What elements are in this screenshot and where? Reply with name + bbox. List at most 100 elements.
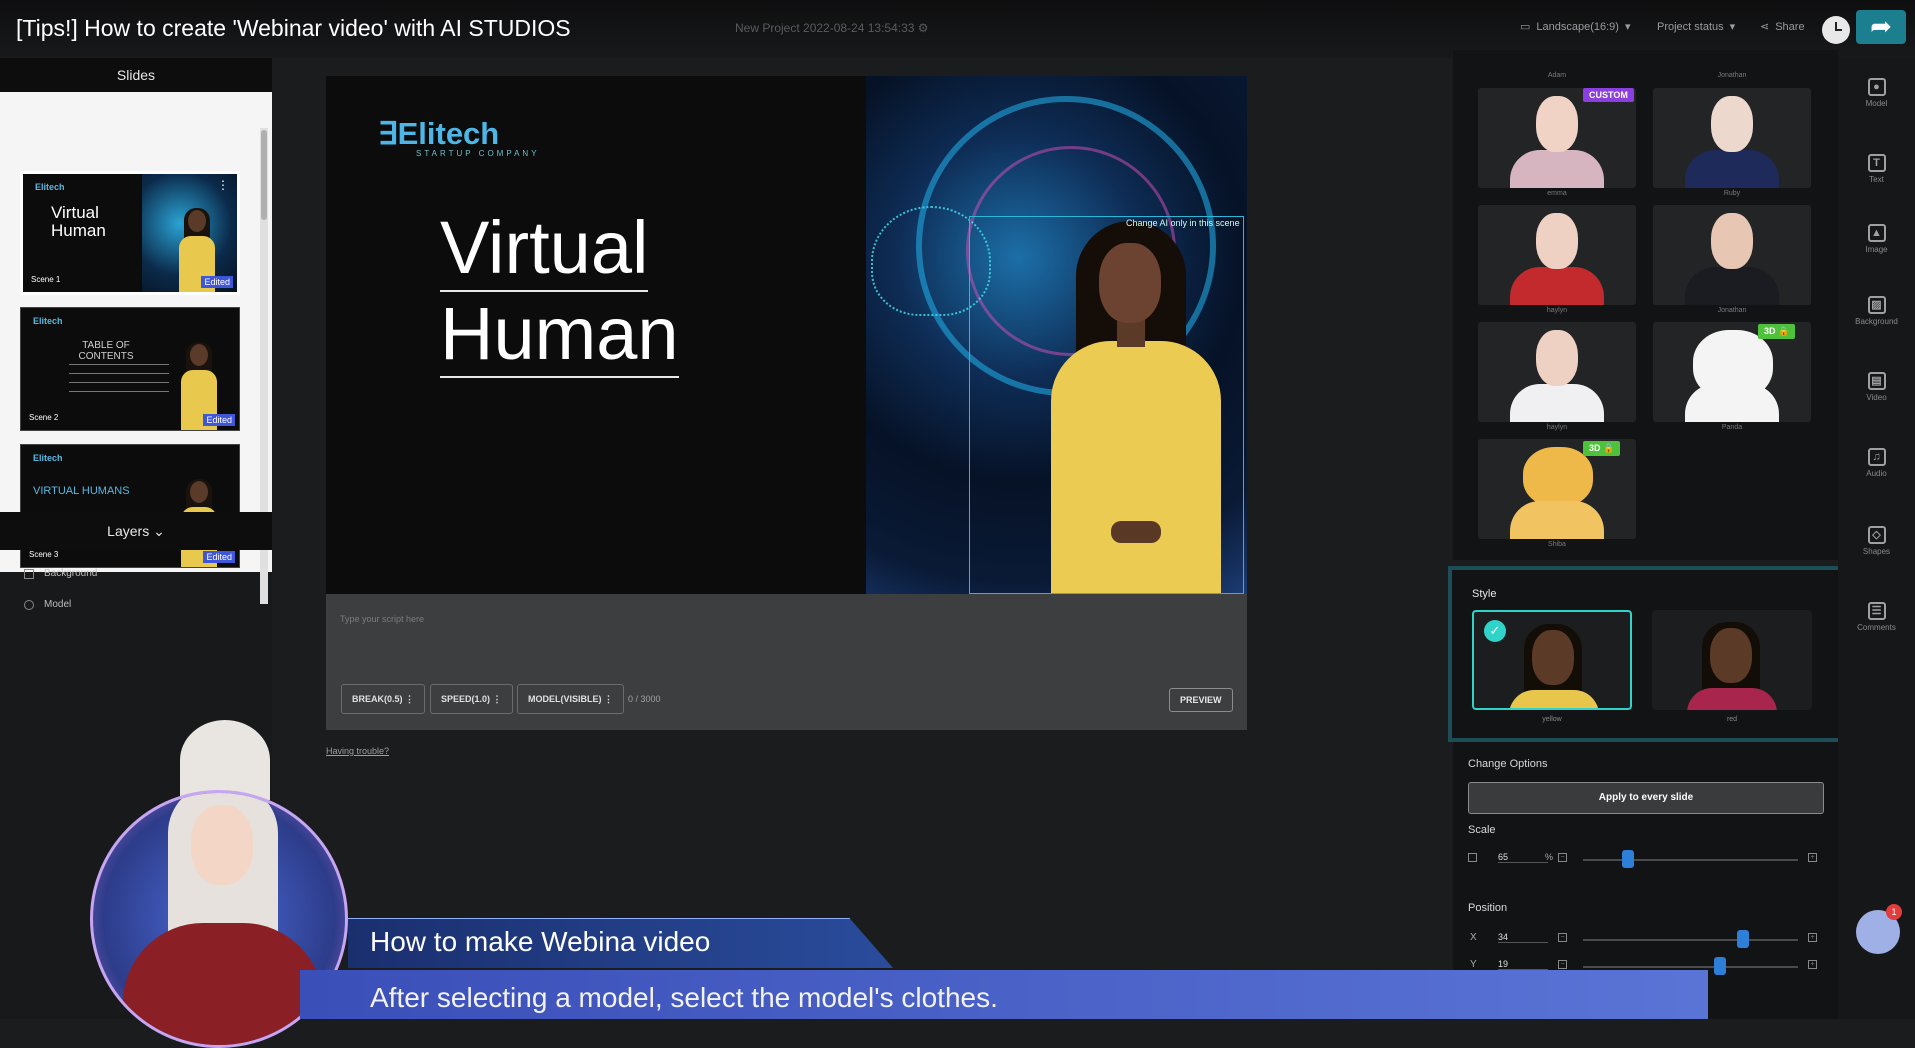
rail-model[interactable]: ● Model (1838, 78, 1915, 108)
layer-model[interactable]: Model (24, 599, 71, 610)
rail-comments[interactable]: ☰ Comments (1838, 602, 1915, 632)
break-button[interactable]: BREAK(0.5) ⋮ (341, 684, 426, 714)
share-button[interactable]: ⋖ Share (1760, 20, 1805, 34)
chevron-down-icon: ▾ (1729, 21, 1736, 33)
position-x-input[interactable]: 34 (1498, 932, 1548, 943)
layers-label: Layers (107, 523, 150, 539)
project-name[interactable]: New Project 2022-08-24 13:54:33 ⚙ (735, 21, 929, 35)
rail-label: Video (1866, 393, 1887, 402)
overlay-avatar-hair (180, 720, 270, 800)
project-status-select[interactable]: Project status ▾ (1657, 20, 1736, 34)
model-card-ruby[interactable] (1653, 88, 1811, 188)
plus-icon[interactable]: + (1808, 853, 1817, 862)
rail-text[interactable]: T Text (1838, 154, 1915, 184)
model-card-emma[interactable] (1478, 88, 1636, 188)
position-x-slider[interactable] (1583, 939, 1798, 941)
y-label: Y (1470, 959, 1477, 970)
slide-canvas[interactable]: ∃Elitech STARTUP COMPANY Virtual Human C… (326, 76, 1247, 594)
style-heading: Style (1472, 588, 1497, 600)
title-line-2: Human (440, 292, 679, 378)
more-icon: ⋮ (492, 694, 502, 704)
audio-icon: ♫ (1867, 448, 1886, 466)
rail-label: Text (1869, 175, 1884, 184)
slide-thumbnail-2[interactable]: Elitech TABLE OF CONTENTS Scene 2 Edited (20, 307, 240, 431)
scrollbar-thumb[interactable] (261, 130, 267, 220)
model-card-jonathan[interactable] (1653, 205, 1811, 305)
model-name: haylyn (1546, 307, 1568, 314)
model-name: emma (1547, 190, 1567, 197)
model-visible-button[interactable]: MODEL(VISIBLE) ⋮ (517, 684, 625, 714)
help-link[interactable]: Having trouble? (326, 746, 389, 756)
logo-subtitle: STARTUP COMPANY (416, 149, 540, 158)
model-panel: Adam Jonathan CUSTOM emma Ruby haylyn Jo… (1453, 50, 1838, 560)
selection-hint: Change AI only in this scene (1126, 218, 1240, 228)
project-status-label: Project status (1657, 20, 1724, 33)
layers-heading[interactable]: Layers ⌄ (0, 512, 272, 550)
rail-audio[interactable]: ♫ Audio (1838, 448, 1915, 478)
style-option-red[interactable] (1652, 610, 1812, 710)
layer-label: Model (44, 599, 72, 610)
chevron-down-icon: ▾ (1624, 21, 1631, 33)
rail-image[interactable]: ▲ Image (1838, 224, 1915, 254)
layer-label: Background (44, 568, 98, 579)
rail-background[interactable]: ▨ Background (1838, 296, 1915, 326)
rail-label: Comments (1857, 623, 1896, 632)
more-options-icon[interactable]: ⋮ (217, 178, 229, 192)
rail-video[interactable]: ▤ Video (1838, 372, 1915, 402)
image-icon (24, 568, 34, 579)
model-card-haylyn-2[interactable] (1478, 322, 1636, 422)
background-icon: ▨ (1867, 296, 1886, 314)
rail-label: Shapes (1862, 547, 1891, 556)
percent-label: % (1545, 852, 1554, 862)
scale-slider-knob[interactable] (1622, 850, 1634, 868)
character-count: 0 / 3000 (628, 694, 661, 704)
scale-label: Scale (1468, 824, 1496, 836)
position-y-slider[interactable] (1583, 966, 1798, 968)
speed-button[interactable]: SPEED(1.0) ⋮ (430, 684, 513, 714)
layer-background[interactable]: Background (24, 568, 97, 579)
scene-label: Scene 2 (29, 413, 59, 422)
more-icon: ⋮ (405, 694, 415, 704)
model-name: Panda (1721, 424, 1743, 431)
aspect-label: Landscape(16:9) (1536, 20, 1619, 33)
subtitle-text: After selecting a model, select the mode… (370, 982, 998, 1013)
model-selection-box[interactable] (969, 216, 1244, 594)
scale-input[interactable]: 65 (1498, 852, 1548, 863)
minus-icon[interactable]: − (1558, 960, 1567, 969)
logo-mark-icon: ∃ (378, 116, 398, 151)
style-option-name: red (1726, 716, 1738, 723)
scale-slider[interactable] (1583, 859, 1798, 861)
slide-title[interactable]: Virtual Human (440, 206, 740, 378)
speed-label: SPEED(1.0) (441, 694, 491, 704)
position-y-input[interactable]: 19 (1498, 959, 1548, 970)
model-visible-label: MODEL(VISIBLE) (528, 694, 602, 704)
aspect-select[interactable]: ▭ Landscape(16:9) ▾ (1520, 20, 1631, 34)
slide-logo: Elitech (33, 316, 63, 326)
model-card-haylyn[interactable] (1478, 205, 1636, 305)
minus-icon[interactable]: − (1558, 853, 1567, 862)
apply-to-every-slide-button[interactable]: Apply to every slide (1468, 782, 1824, 814)
logo-text: Elitech (397, 116, 500, 151)
plus-icon[interactable]: + (1808, 933, 1817, 942)
rail-label: Audio (1866, 469, 1887, 478)
rail-shapes[interactable]: ◇ Shapes (1838, 526, 1915, 556)
share-arrow-icon[interactable]: ➦ (1856, 10, 1906, 44)
slide-logo: Elitech (33, 453, 63, 463)
script-editor[interactable]: Type your script here BREAK(0.5) ⋮ SPEED… (326, 594, 1247, 730)
position-y-knob[interactable] (1714, 957, 1726, 975)
style-option-yellow[interactable]: ✓ (1472, 610, 1632, 710)
slide-thumbnail-1[interactable]: Elitech Virtual Human Scene 1 Edited ⋮ (20, 171, 240, 295)
custom-badge: CUSTOM (1583, 88, 1634, 102)
preview-button[interactable]: PREVIEW (1169, 688, 1233, 712)
person-icon (24, 599, 34, 610)
script-input[interactable]: Type your script here (340, 614, 424, 624)
minus-icon[interactable]: − (1558, 933, 1567, 942)
watch-later-icon[interactable] (1822, 16, 1850, 44)
settings-icon[interactable]: ⚙ (918, 21, 929, 35)
share-label: Share (1775, 20, 1805, 33)
x-label: X (1470, 932, 1477, 943)
plus-icon[interactable]: + (1808, 960, 1817, 969)
model-name: haylyn (1546, 424, 1568, 431)
position-x-knob[interactable] (1737, 930, 1749, 948)
position-label: Position (1468, 902, 1508, 914)
